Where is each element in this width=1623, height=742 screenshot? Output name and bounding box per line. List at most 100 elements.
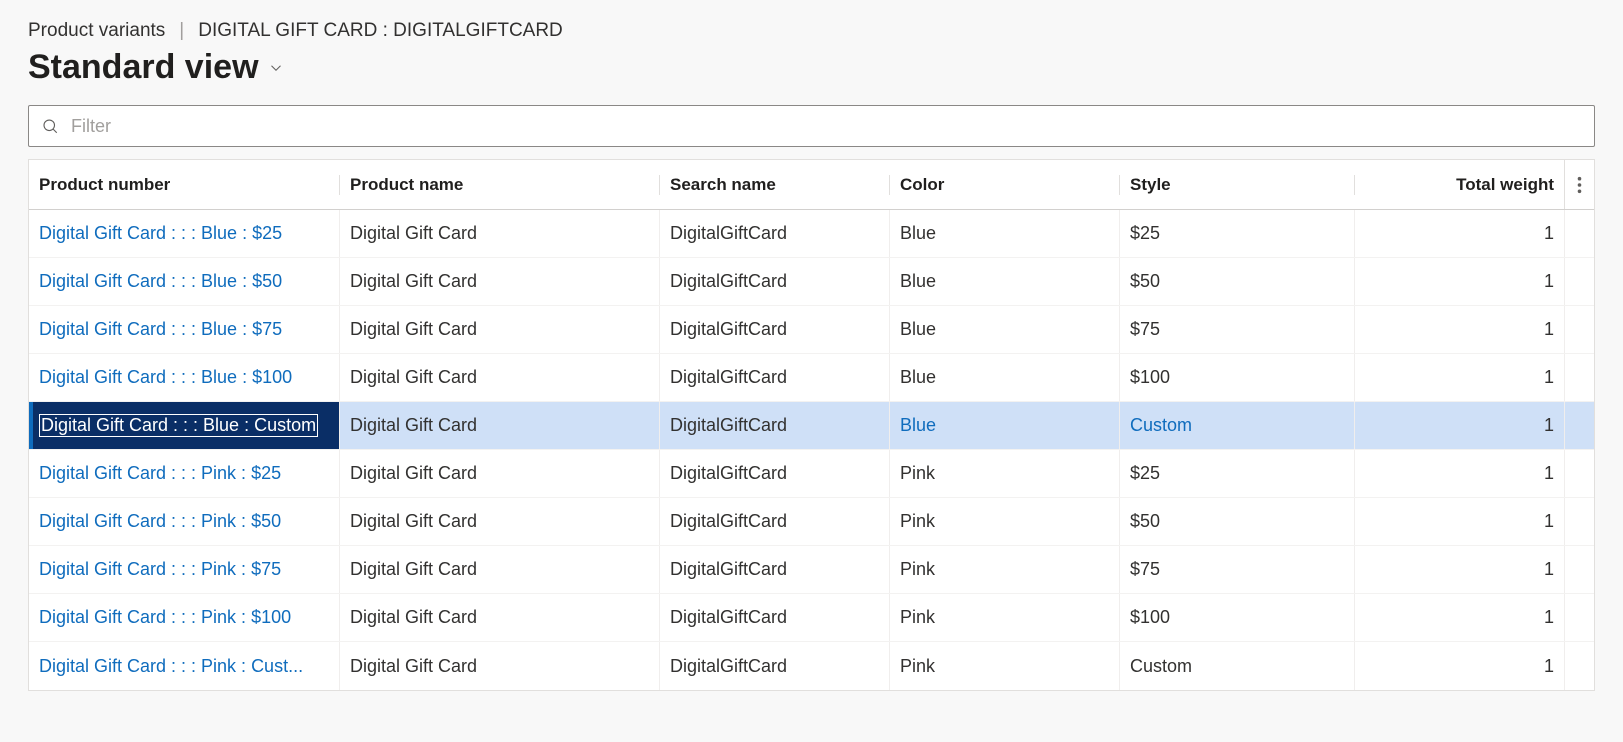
row-spacer bbox=[1564, 594, 1594, 641]
breadcrumb: Product variants | DIGITAL GIFT CARD : D… bbox=[28, 20, 1595, 42]
table-row[interactable]: Digital Gift Card : : : Pink : $25Digita… bbox=[29, 450, 1594, 498]
table-row[interactable]: Digital Gift Card : : : Blue : $50Digita… bbox=[29, 258, 1594, 306]
cell-color: Pink bbox=[889, 642, 1119, 690]
row-spacer bbox=[1564, 402, 1594, 449]
grid-header: Product number Product name Search name … bbox=[29, 160, 1594, 210]
cell-search-name: DigitalGiftCard bbox=[659, 306, 889, 353]
cell-product-name: Digital Gift Card bbox=[339, 210, 659, 257]
cell-color: Blue bbox=[889, 210, 1119, 257]
cell-style: $50 bbox=[1119, 258, 1354, 305]
cell-search-name: DigitalGiftCard bbox=[659, 642, 889, 690]
chevron-down-icon bbox=[267, 59, 285, 77]
cell-total-weight: 1 bbox=[1354, 642, 1564, 690]
cell-product-name: Digital Gift Card bbox=[339, 450, 659, 497]
cell-style: $75 bbox=[1119, 306, 1354, 353]
cell-search-name: DigitalGiftCard bbox=[659, 450, 889, 497]
cell-style: Custom bbox=[1119, 642, 1354, 690]
cell-total-weight: 1 bbox=[1354, 450, 1564, 497]
breadcrumb-separator: | bbox=[179, 20, 184, 42]
table-row[interactable]: Digital Gift Card : : : Blue : $100Digit… bbox=[29, 354, 1594, 402]
cell-style: $75 bbox=[1119, 546, 1354, 593]
col-color[interactable]: Color bbox=[889, 175, 1119, 195]
cell-product-name: Digital Gift Card bbox=[339, 258, 659, 305]
cell-color: Pink bbox=[889, 450, 1119, 497]
cell-total-weight: 1 bbox=[1354, 546, 1564, 593]
view-selector[interactable]: Standard view bbox=[28, 48, 1595, 87]
table-row[interactable]: Digital Gift Card : : : Pink : Cust...Di… bbox=[29, 642, 1594, 690]
cell-color: Pink bbox=[889, 498, 1119, 545]
page-title: Standard view bbox=[28, 48, 259, 87]
cell-product-name: Digital Gift Card bbox=[339, 498, 659, 545]
cell-product-number[interactable]: Digital Gift Card : : : Blue : $50 bbox=[29, 258, 339, 305]
row-spacer bbox=[1564, 642, 1594, 690]
cell-color: Blue bbox=[889, 258, 1119, 305]
breadcrumb-record: DIGITAL GIFT CARD : DIGITALGIFTCARD bbox=[198, 20, 563, 42]
cell-total-weight: 1 bbox=[1354, 306, 1564, 353]
cell-total-weight: 1 bbox=[1354, 354, 1564, 401]
cell-product-number[interactable]: Digital Gift Card : : : Blue : $75 bbox=[29, 306, 339, 353]
cell-product-number[interactable]: Digital Gift Card : : : Blue : $25 bbox=[29, 210, 339, 257]
filter-box[interactable] bbox=[28, 105, 1595, 147]
row-spacer bbox=[1564, 258, 1594, 305]
cell-total-weight: 1 bbox=[1354, 498, 1564, 545]
cell-total-weight: 1 bbox=[1354, 210, 1564, 257]
col-product-name[interactable]: Product name bbox=[339, 175, 659, 195]
cell-style: $100 bbox=[1119, 594, 1354, 641]
cell-color: Pink bbox=[889, 594, 1119, 641]
row-spacer bbox=[1564, 498, 1594, 545]
cell-color: Blue bbox=[889, 306, 1119, 353]
cell-search-name: DigitalGiftCard bbox=[659, 258, 889, 305]
cell-product-number[interactable]: Digital Gift Card : : : Pink : Cust... bbox=[29, 642, 339, 690]
cell-style: $50 bbox=[1119, 498, 1354, 545]
cell-style: $100 bbox=[1119, 354, 1354, 401]
cell-style: $25 bbox=[1119, 210, 1354, 257]
cell-search-name: DigitalGiftCard bbox=[659, 402, 889, 449]
cell-color[interactable]: Blue bbox=[889, 402, 1119, 449]
table-row[interactable]: Digital Gift Card : : : Blue : $75Digita… bbox=[29, 306, 1594, 354]
cell-color: Pink bbox=[889, 546, 1119, 593]
row-spacer bbox=[1564, 354, 1594, 401]
column-options-button[interactable] bbox=[1564, 160, 1594, 209]
cell-search-name: DigitalGiftCard bbox=[659, 354, 889, 401]
cell-product-name: Digital Gift Card bbox=[339, 642, 659, 690]
cell-product-number[interactable]: Digital Gift Card : : : Blue : $100 bbox=[29, 354, 339, 401]
col-style[interactable]: Style bbox=[1119, 175, 1354, 195]
table-row[interactable]: Digital Gift Card : : : Blue : $25Digita… bbox=[29, 210, 1594, 258]
table-row[interactable]: Digital Gift Card : : : Pink : $50Digita… bbox=[29, 498, 1594, 546]
cell-product-number[interactable]: Digital Gift Card : : : Pink : $100 bbox=[29, 594, 339, 641]
cell-search-name: DigitalGiftCard bbox=[659, 210, 889, 257]
cell-product-name: Digital Gift Card bbox=[339, 594, 659, 641]
data-grid: Product number Product name Search name … bbox=[28, 159, 1595, 691]
cell-product-number[interactable]: Digital Gift Card : : : Pink : $75 bbox=[29, 546, 339, 593]
row-spacer bbox=[1564, 546, 1594, 593]
row-spacer bbox=[1564, 210, 1594, 257]
col-search-name[interactable]: Search name bbox=[659, 175, 889, 195]
col-product-number[interactable]: Product number bbox=[29, 175, 339, 195]
table-row[interactable]: Digital Gift Card : : : Pink : $100Digit… bbox=[29, 594, 1594, 642]
cell-product-name: Digital Gift Card bbox=[339, 354, 659, 401]
cell-search-name: DigitalGiftCard bbox=[659, 594, 889, 641]
row-spacer bbox=[1564, 306, 1594, 353]
row-spacer bbox=[1564, 450, 1594, 497]
cell-style[interactable]: Custom bbox=[1119, 402, 1354, 449]
cell-product-name: Digital Gift Card bbox=[339, 402, 659, 449]
search-icon bbox=[41, 117, 59, 135]
cell-product-number[interactable]: Digital Gift Card : : : Blue : Custom bbox=[29, 402, 339, 449]
breadcrumb-module[interactable]: Product variants bbox=[28, 20, 165, 42]
cell-search-name: DigitalGiftCard bbox=[659, 546, 889, 593]
table-row[interactable]: Digital Gift Card : : : Blue : CustomDig… bbox=[29, 402, 1594, 450]
cell-style: $25 bbox=[1119, 450, 1354, 497]
cell-total-weight: 1 bbox=[1354, 594, 1564, 641]
cell-total-weight: 1 bbox=[1354, 402, 1564, 449]
cell-product-name: Digital Gift Card bbox=[339, 546, 659, 593]
table-row[interactable]: Digital Gift Card : : : Pink : $75Digita… bbox=[29, 546, 1594, 594]
cell-color: Blue bbox=[889, 354, 1119, 401]
filter-input[interactable] bbox=[69, 115, 1582, 138]
cell-search-name: DigitalGiftCard bbox=[659, 498, 889, 545]
col-total-weight[interactable]: Total weight bbox=[1354, 175, 1564, 195]
cell-product-number[interactable]: Digital Gift Card : : : Pink : $25 bbox=[29, 450, 339, 497]
more-vertical-icon bbox=[1577, 176, 1582, 194]
cell-product-number[interactable]: Digital Gift Card : : : Pink : $50 bbox=[29, 498, 339, 545]
cell-product-name: Digital Gift Card bbox=[339, 306, 659, 353]
cell-total-weight: 1 bbox=[1354, 258, 1564, 305]
